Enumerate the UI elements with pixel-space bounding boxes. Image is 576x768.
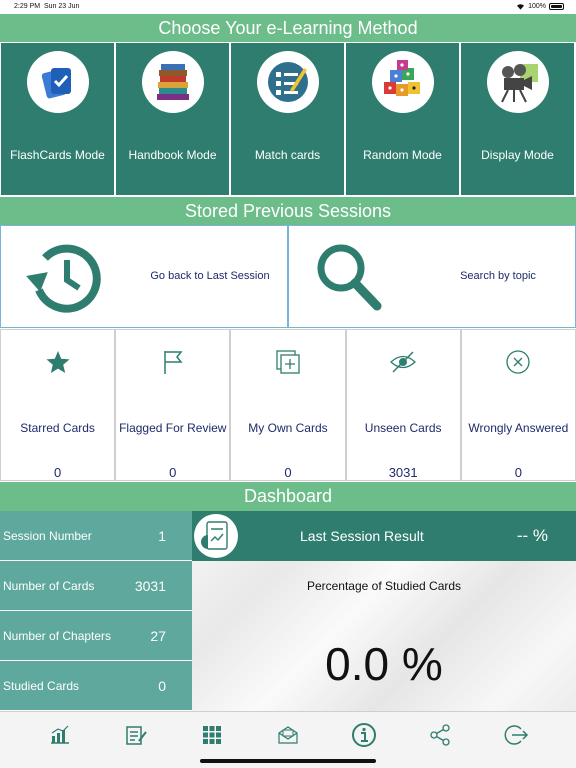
handbook-mode-button[interactable]: Handbook Mode xyxy=(115,42,230,196)
stats-tab[interactable] xyxy=(45,722,75,748)
unseen-cards-button[interactable]: Unseen Cards 3031 xyxy=(345,329,461,481)
wrongly-answered-button[interactable]: Wrongly Answered 0 xyxy=(460,329,576,481)
match-cards-button[interactable]: Match cards xyxy=(230,42,345,196)
random-mode-button[interactable]: Random Mode xyxy=(345,42,460,196)
home-indicator xyxy=(200,759,376,763)
mode-label: Match cards xyxy=(254,148,321,162)
dice-icon xyxy=(383,60,420,96)
mode-label: Random Mode xyxy=(363,148,442,162)
checklist-edit-icon xyxy=(126,726,147,745)
stat-label: Studied Cards xyxy=(3,679,80,693)
mode-label: Handbook Mode xyxy=(128,148,217,162)
category-count: 0 xyxy=(169,465,177,480)
dashboard-stats: Session Number 1 Number of Cards 3031 Nu… xyxy=(0,511,192,711)
stored-row: Go back to Last Session Search by topic xyxy=(0,225,576,328)
category-label: Wrongly Answered xyxy=(468,421,569,435)
checklist-icon xyxy=(267,62,308,102)
stored-label: Go back to Last Session xyxy=(150,270,270,282)
books-icon xyxy=(156,64,189,100)
stat-row: Number of Cards 3031 xyxy=(0,561,192,611)
projector-icon xyxy=(500,64,538,103)
category-label: Flagged For Review xyxy=(119,421,227,435)
dashboard-header: Dashboard xyxy=(0,482,576,511)
eye-off-icon xyxy=(390,351,417,373)
flag-icon xyxy=(164,351,183,374)
search-icon xyxy=(317,244,382,311)
notes-tab[interactable] xyxy=(121,722,151,748)
stat-row: Studied Cards 0 xyxy=(0,661,192,711)
wifi-icon xyxy=(517,4,525,10)
star-icon xyxy=(46,351,70,373)
stat-value: 3031 xyxy=(134,578,166,594)
stat-value: 1 xyxy=(158,528,166,544)
studied-label: Percentage of Studied Cards xyxy=(306,579,462,593)
flagged-cards-button[interactable]: Flagged For Review 0 xyxy=(115,329,231,481)
flashcards-icon xyxy=(41,68,71,99)
history-icon xyxy=(26,244,101,313)
last-session-result-bar: Last Session Result -- % xyxy=(192,511,576,561)
battery-percent: 100% xyxy=(528,3,546,10)
search-topic-button[interactable]: Search by topic xyxy=(288,225,576,328)
share-icon xyxy=(430,724,450,746)
category-row: Starred Cards 0 Flagged For Review 0 My … xyxy=(0,329,576,481)
logout-tab[interactable] xyxy=(501,722,531,748)
category-count: 3031 xyxy=(388,465,418,480)
starred-cards-button[interactable]: Starred Cards 0 xyxy=(0,329,116,481)
my-own-cards-button[interactable]: My Own Cards 0 xyxy=(230,329,346,481)
dashboard-result-panel: Last Session Result -- % Percentage of S… xyxy=(192,511,576,711)
x-circle-icon xyxy=(506,350,530,374)
mode-label: Display Mode xyxy=(481,148,554,162)
mail-icon xyxy=(278,726,298,744)
stored-label: Search by topic xyxy=(460,270,536,282)
last-session-button[interactable]: Go back to Last Session xyxy=(0,225,288,328)
stat-label: Number of Chapters xyxy=(3,629,112,643)
category-label: Starred Cards xyxy=(20,421,95,435)
info-icon xyxy=(352,723,376,747)
logout-icon xyxy=(504,725,529,745)
mode-row: FlashCards Mode Handbook Mode Match card… xyxy=(0,42,576,196)
result-title: Last Session Result xyxy=(300,528,424,544)
status-bar: 2:29 PM Sun 23 Jun 100% xyxy=(0,0,576,14)
grid-tab[interactable] xyxy=(197,722,227,748)
studied-percentage: 0.0 % xyxy=(325,638,443,690)
stat-label: Session Number xyxy=(3,529,92,543)
battery-icon xyxy=(549,3,564,10)
result-value: -- % xyxy=(516,526,548,545)
mail-tab[interactable] xyxy=(273,722,303,748)
share-tab[interactable] xyxy=(425,722,455,748)
category-label: Unseen Cards xyxy=(364,421,442,435)
method-header: Choose Your e-Learning Method xyxy=(0,14,576,42)
add-card-icon xyxy=(276,350,300,374)
category-count: 0 xyxy=(284,465,292,480)
info-tab[interactable] xyxy=(349,722,379,748)
stat-label: Number of Cards xyxy=(3,579,95,593)
report-icon xyxy=(201,521,228,550)
category-count: 0 xyxy=(514,465,522,480)
stat-value: 0 xyxy=(158,678,166,694)
flashcards-mode-button[interactable]: FlashCards Mode xyxy=(0,42,115,196)
status-time: 2:29 PM Sun 23 Jun xyxy=(14,3,80,10)
stat-row: Number of Chapters 27 xyxy=(0,611,192,661)
category-label: My Own Cards xyxy=(248,421,328,435)
mode-label: FlashCards Mode xyxy=(10,148,105,162)
grid-icon xyxy=(203,726,221,744)
display-mode-button[interactable]: Display Mode xyxy=(460,42,575,196)
category-count: 0 xyxy=(53,465,62,480)
stat-row: Session Number 1 xyxy=(0,511,192,561)
stored-header: Stored Previous Sessions xyxy=(0,197,576,225)
stats-icon xyxy=(51,725,69,744)
stat-value: 27 xyxy=(150,628,166,644)
